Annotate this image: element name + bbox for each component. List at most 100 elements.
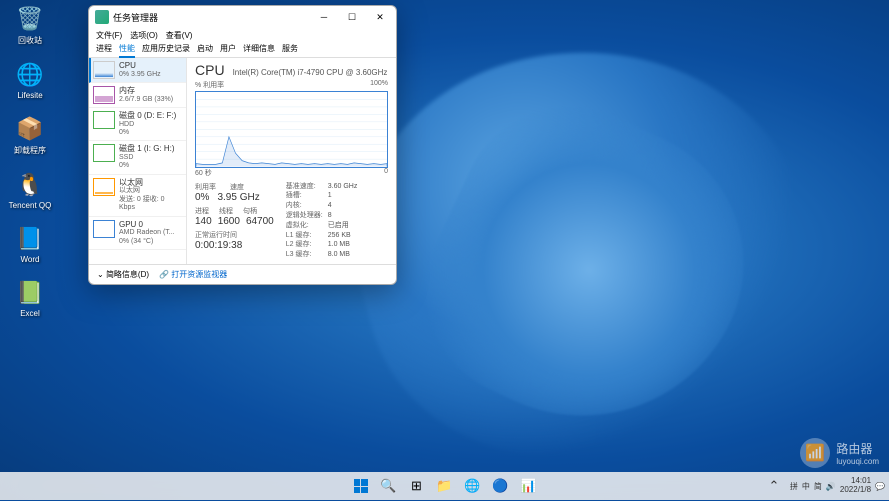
sidebar-item-disk-3[interactable]: 磁盘 1 (I: G: H:)SSD0%	[89, 141, 186, 174]
desktop-icon-label: Lifesite	[17, 91, 42, 100]
task-view-button[interactable]: ⊞	[405, 474, 429, 498]
desktop-icon-4[interactable]: 📘Word	[5, 225, 55, 264]
label-processes: 进程	[195, 206, 209, 216]
sidebar-mini-graph	[93, 220, 115, 238]
tab-4[interactable]: 用户	[220, 43, 236, 56]
sidebar-item-name: CPU	[119, 61, 161, 71]
desktop-icon-glyph: 🐧	[16, 171, 44, 199]
sidebar-item-mem-1[interactable]: 内存2.6/7.9 GB (33%)	[89, 83, 186, 108]
watermark-sub: luyouqi.com	[836, 457, 879, 466]
taskbar-date: 2022/1/8	[840, 486, 871, 495]
task-manager-taskbar-button[interactable]: 📊	[517, 474, 541, 498]
sidebar-mini-graph	[93, 144, 115, 162]
performance-sidebar: CPU0% 3.95 GHz内存2.6/7.9 GB (33%)磁盘 0 (D:…	[89, 58, 187, 264]
sidebar-item-name: 磁盘 1 (I: G: H:)	[119, 144, 175, 154]
tab-3[interactable]: 启动	[197, 43, 213, 56]
graph-label-bottomleft: 60 秒	[195, 168, 212, 178]
cpu-stats-right: 基准速度:3.60 GHz插槽:1内核:4逻辑处理器:8虚拟化:已启用L1 缓存…	[286, 182, 358, 260]
cpu-detail-panel: CPU Intel(R) Core(TM) i7-4790 CPU @ 3.60…	[187, 58, 396, 264]
close-button[interactable]: ✕	[366, 7, 394, 27]
desktop-icon-glyph: 🗑️	[16, 5, 44, 33]
sidebar-item-name: 以太网	[119, 178, 182, 188]
graph-label-bottomright: 0	[384, 168, 388, 178]
label-uptime: 正常运行时间	[195, 230, 274, 240]
desktop-icon-2[interactable]: 📦卸载程序	[5, 115, 55, 156]
notification-icon[interactable]: 💬	[875, 482, 885, 491]
search-button[interactable]: 🔍	[377, 474, 401, 498]
browser-button[interactable]: 🔵	[489, 474, 513, 498]
tray-chevron[interactable]: ⌃	[762, 474, 786, 498]
graph-label-topright: 100%	[370, 80, 388, 90]
spec-row-7: L3 缓存:8.0 MB	[286, 250, 358, 260]
taskbar: 🔍 ⊞ 📁 🌐 🔵 📊 ⌃ 拼 中 简 🔊 14:01 2022/1/8 💬	[0, 472, 889, 500]
value-utilization: 0%	[195, 192, 209, 203]
cpu-stats-left: 利用率 速度 0% 3.95 GHz 进程 线程 句柄 140 1600	[195, 182, 274, 260]
desktop-icon-label: 回收站	[18, 35, 42, 46]
ime-indicator-3[interactable]: 简	[814, 481, 822, 492]
desktop-icon-glyph: 🌐	[16, 61, 44, 89]
taskbar-clock[interactable]: 14:01 2022/1/8	[840, 477, 871, 495]
sidebar-mini-graph	[93, 178, 115, 196]
desktop-icon-0[interactable]: 🗑️ 回收站	[5, 5, 55, 46]
start-button[interactable]	[349, 474, 373, 498]
open-resource-monitor-link[interactable]: 🔗 打开资源监视器	[159, 269, 227, 280]
value-threads: 1600	[218, 216, 240, 227]
sidebar-item-name: 磁盘 0 (D: E: F:)	[119, 111, 176, 121]
spec-row-4: 虚拟化:已启用	[286, 221, 358, 231]
watermark-icon: 📶	[800, 438, 830, 468]
ime-indicator-2[interactable]: 中	[802, 481, 810, 492]
value-processes: 140	[195, 216, 212, 227]
desktop-icon-5[interactable]: 📗 Excel	[5, 279, 55, 318]
value-uptime: 0:00:19:38	[195, 240, 274, 251]
desktop-icon-label: Word	[21, 255, 40, 264]
desktop-icon-glyph: 📗	[16, 279, 44, 307]
watermark-text: 路由器	[836, 440, 879, 457]
tab-0[interactable]: 进程	[96, 43, 112, 56]
tab-bar: 进程性能应用历史记录启动用户详细信息服务	[89, 43, 396, 58]
label-utilization: 利用率	[195, 182, 216, 192]
edge-button[interactable]: 🌐	[461, 474, 485, 498]
sidebar-item-name: GPU 0	[119, 220, 175, 230]
desktop-icon-glyph: 📦	[16, 115, 44, 143]
spec-row-1: 插槽:1	[286, 191, 358, 201]
maximize-button[interactable]: ☐	[338, 7, 366, 27]
sidebar-item-net-4[interactable]: 以太网以太网发送: 0 接收: 0 Kbps	[89, 175, 186, 217]
desktop-icon-1[interactable]: 🌐 Lifesite	[5, 61, 55, 100]
tab-6[interactable]: 服务	[282, 43, 298, 56]
desktop-icon-label: Tencent QQ	[9, 201, 52, 210]
sidebar-mini-graph	[93, 111, 115, 129]
sidebar-item-cpu-0[interactable]: CPU0% 3.95 GHz	[89, 58, 186, 83]
tab-1[interactable]: 性能	[119, 43, 135, 58]
label-threads: 线程	[219, 206, 233, 216]
menu-item-1[interactable]: 选项(O)	[130, 30, 158, 41]
taskbar-center: 🔍 ⊞ 📁 🌐 🔵 📊	[349, 474, 541, 498]
system-tray: ⌃ 拼 中 简 🔊 14:01 2022/1/8 💬	[762, 474, 885, 498]
sidebar-item-name: 内存	[119, 86, 173, 96]
cpu-model: Intel(R) Core(TM) i7-4790 CPU @ 3.60GHz	[233, 68, 388, 77]
window-title: 任务管理器	[113, 11, 310, 24]
desktop-icons-column: 🗑️ 回收站 🌐 Lifesite 📦卸载程序 🐧 Tencent QQ 📘Word 📗 Exce…	[5, 5, 55, 318]
desktop-icon-label: Excel	[20, 309, 40, 318]
ime-indicator-1[interactable]: 拼	[790, 481, 798, 492]
app-icon	[95, 10, 109, 24]
minimize-button[interactable]: ─	[310, 7, 338, 27]
spec-row-2: 内核:4	[286, 201, 358, 211]
sidebar-mini-graph	[93, 86, 115, 104]
titlebar[interactable]: 任务管理器 ─ ☐ ✕	[89, 6, 396, 28]
spec-row-6: L2 缓存:1.0 MB	[286, 240, 358, 250]
desktop-icon-3[interactable]: 🐧 Tencent QQ	[5, 171, 55, 210]
sidebar-item-disk-2[interactable]: 磁盘 0 (D: E: F:)HDD0%	[89, 108, 186, 141]
sidebar-item-gpu-5[interactable]: GPU 0AMD Radeon (T...0% (34 °C)	[89, 217, 186, 250]
volume-icon[interactable]: 🔊	[826, 482, 836, 491]
tab-2[interactable]: 应用历史记录	[142, 43, 190, 56]
watermark: 📶 路由器 luyouqi.com	[800, 438, 879, 468]
value-handles: 64700	[246, 216, 274, 227]
menu-item-2[interactable]: 查看(V)	[166, 30, 193, 41]
detail-heading: CPU	[195, 62, 225, 78]
tab-5[interactable]: 详细信息	[243, 43, 275, 56]
brief-info-toggle[interactable]: ⌄ 简略信息(D)	[97, 269, 149, 280]
file-explorer-button[interactable]: 📁	[433, 474, 457, 498]
menu-bar: 文件(F) 选项(O) 查看(V)	[89, 28, 396, 43]
sidebar-mini-graph	[93, 61, 115, 79]
menu-item-0[interactable]: 文件(F)	[96, 30, 122, 41]
